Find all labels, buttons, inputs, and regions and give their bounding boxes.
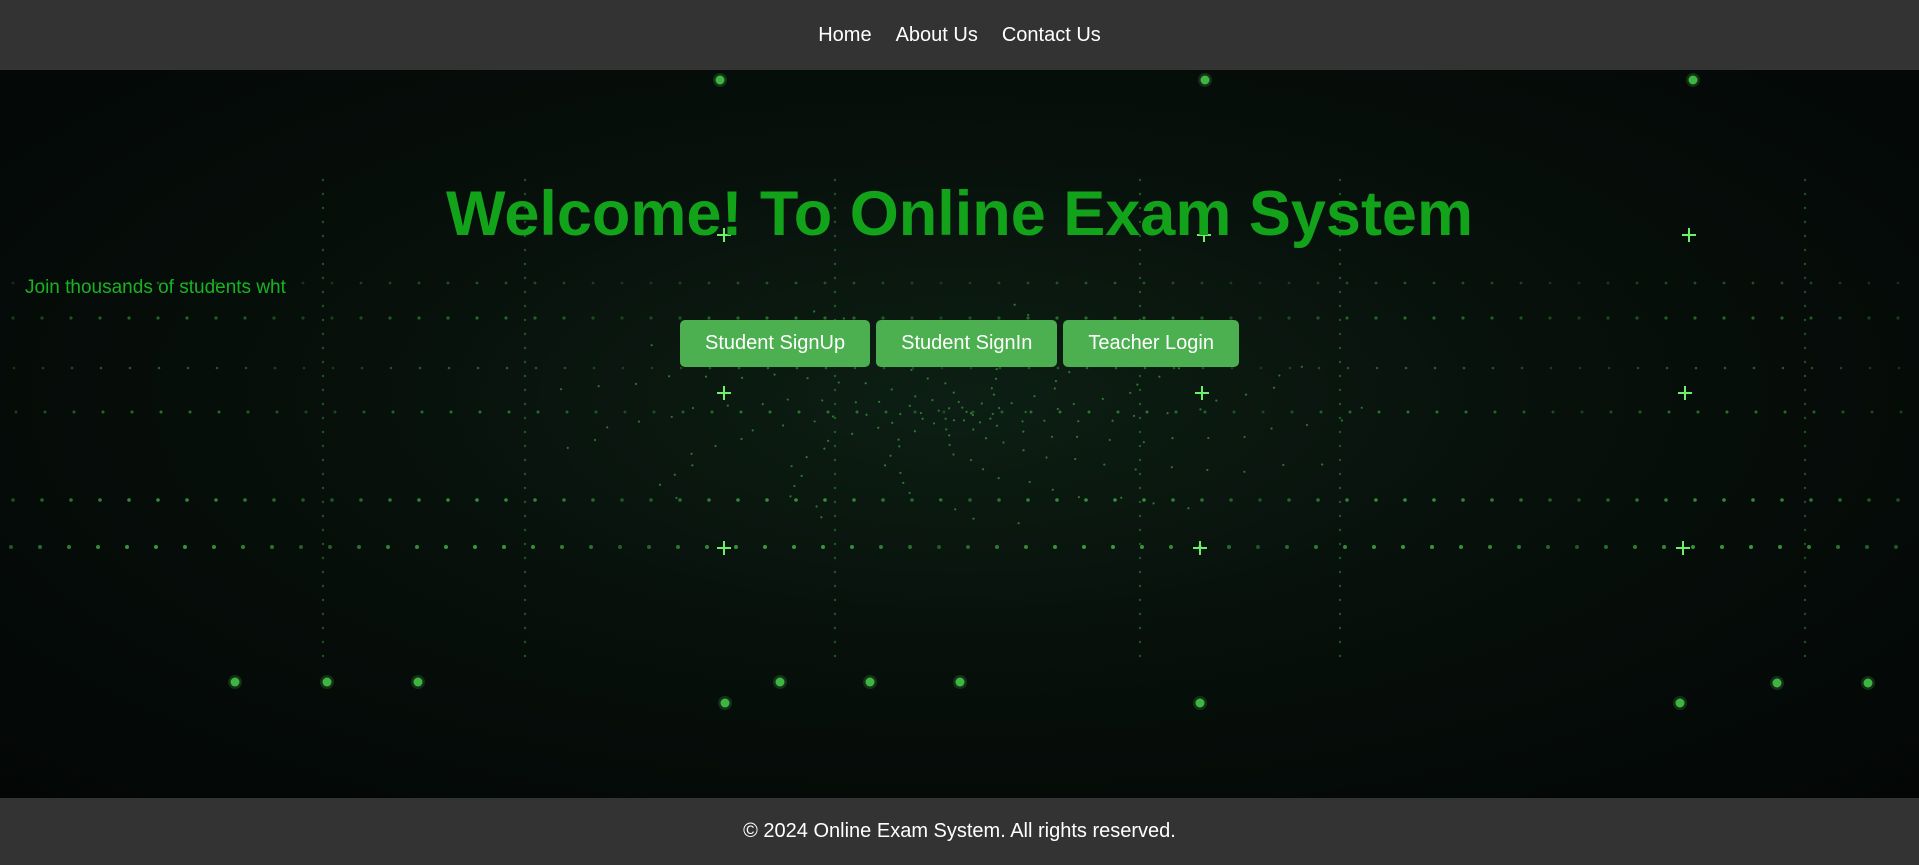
copyright-text: © 2024 Online Exam System. All rights re… [743,820,1176,842]
top-navbar: Home About Us Contact Us [0,0,1919,70]
student-signin-button[interactable]: Student SignIn [876,320,1058,367]
nav-link-about-us[interactable]: About Us [896,24,978,47]
teacher-login-button[interactable]: Teacher Login [1063,320,1239,367]
page-title: Welcome! To Online Exam System [446,179,1473,249]
nav-link-contact-us[interactable]: Contact Us [1002,24,1101,47]
hero-section: Welcome! To Online Exam System Join thou… [0,70,1919,798]
student-signup-button[interactable]: Student SignUp [680,320,871,367]
nav-link-home[interactable]: Home [818,24,871,47]
action-buttons: Student SignUp Student SignIn Teacher Lo… [0,320,1919,367]
scrolling-tagline: Join thousands of students wht [25,277,286,298]
page-footer: © 2024 Online Exam System. All rights re… [0,798,1919,865]
